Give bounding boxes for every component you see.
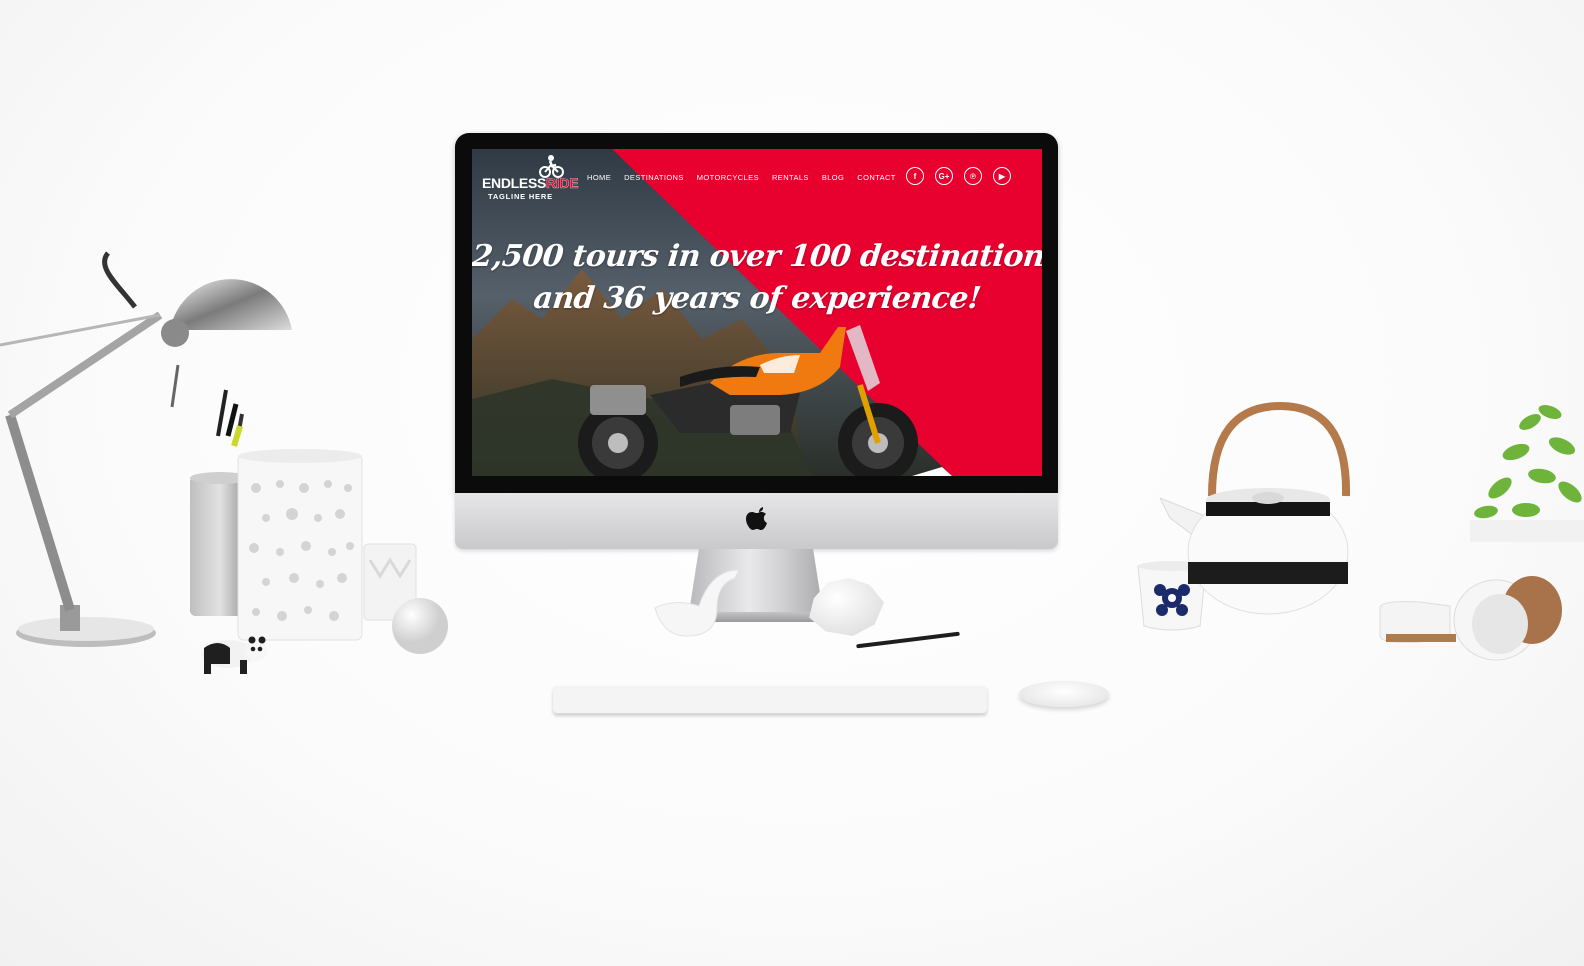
pinterest-icon[interactable]: ℗	[964, 167, 982, 185]
motorcycle-image	[578, 325, 918, 476]
logo-word-ride: RIDE	[546, 175, 579, 191]
pencil	[856, 631, 960, 649]
teapot	[1160, 402, 1351, 615]
nav-item-destinations[interactable]: DESTINATIONS	[624, 173, 684, 182]
logo-tagline: TAGLINE HERE	[488, 192, 553, 201]
logo-word-endless: ENDLESS	[482, 175, 547, 191]
nav-item-contact[interactable]: CONTACT	[857, 173, 896, 182]
white-votive	[363, 543, 448, 654]
nav-item-home[interactable]: HOME	[587, 173, 611, 182]
main-nav: HOME DESTINATIONS MOTORCYCLES RENTALS BL…	[587, 173, 896, 182]
social-links: f G+ ℗ ▶	[906, 167, 1011, 185]
hero-headline-line-2: and 36 years of experience!	[531, 281, 983, 316]
nav-item-motorcycles[interactable]: MOTORCYCLES	[697, 173, 759, 182]
headphones	[1379, 576, 1562, 661]
facebook-icon[interactable]: f	[906, 167, 924, 185]
nav-item-rentals[interactable]: RENTALS	[772, 173, 809, 182]
panda-figurine	[202, 636, 267, 674]
hero-headline-line-1: 2,500 tours in over 100 destinations	[472, 239, 1042, 274]
website-screen: ENDLESSRIDE TAGLINE HERE HOME DESTINATIO…	[472, 149, 1042, 476]
logo-wordmark: ENDLESSRIDE	[482, 175, 579, 191]
bird-figurine	[654, 569, 740, 637]
site-logo[interactable]: ENDLESSRIDE TAGLINE HERE	[482, 152, 579, 202]
potted-plant	[1470, 405, 1584, 542]
white-vase	[237, 449, 363, 641]
apple-logo-icon	[746, 507, 767, 530]
keyboard[interactable]	[553, 686, 987, 714]
nav-item-blog[interactable]: BLOG	[822, 173, 844, 182]
google-plus-icon[interactable]: G+	[935, 167, 953, 185]
youtube-icon[interactable]: ▶	[993, 167, 1011, 185]
mouse[interactable]	[1019, 681, 1109, 707]
